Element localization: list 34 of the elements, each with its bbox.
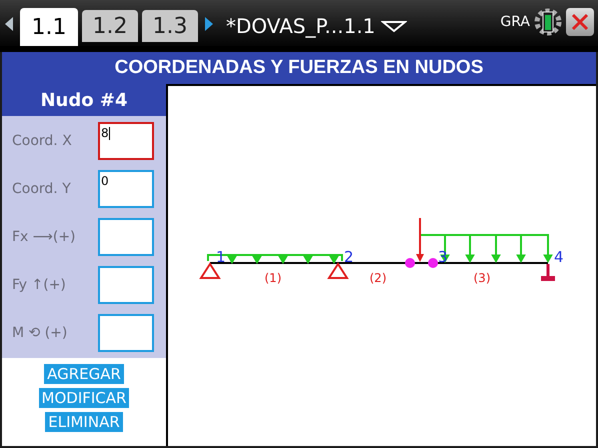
member-label: (3) xyxy=(474,271,490,285)
page-tab[interactable]: 1.2 xyxy=(82,10,138,42)
input-field[interactable] xyxy=(98,314,154,352)
close-icon xyxy=(571,13,589,31)
field-label: Coord. X xyxy=(12,132,72,150)
fixed-support-icon xyxy=(541,264,555,281)
page-tab[interactable]: 1.1 xyxy=(20,8,78,46)
pin-support-icon xyxy=(199,262,221,279)
input-field[interactable] xyxy=(98,266,154,304)
right-arrow-icon[interactable] xyxy=(204,16,214,32)
battery-gear-icon xyxy=(534,8,562,36)
hinge-marker xyxy=(405,258,415,268)
mode-indicator: GRA xyxy=(500,12,530,32)
left-arrow-icon[interactable] xyxy=(4,16,14,32)
input-field[interactable] xyxy=(98,218,154,256)
point-load-arrow xyxy=(416,218,424,262)
field-label: Fx ⟶(+) xyxy=(12,228,76,246)
document-title: *DOVAS_P...1.1 xyxy=(226,16,376,36)
member-label: (1) xyxy=(264,271,282,285)
pin-support-icon xyxy=(327,262,349,279)
close-button[interactable] xyxy=(566,8,594,36)
panel-title: COORDENADAS Y FUERZAS EN NUDOS xyxy=(114,56,484,80)
input-field[interactable]: 8 xyxy=(98,122,154,160)
member-label: (2) xyxy=(370,271,386,285)
page-tab[interactable]: 1.3 xyxy=(142,10,198,42)
field-label: Coord. Y xyxy=(12,180,71,198)
dropdown-icon[interactable] xyxy=(381,19,408,33)
node-label: 2 xyxy=(344,248,354,266)
input-field[interactable]: 0 xyxy=(98,170,154,208)
field-label: Fy ↑(+) xyxy=(12,276,66,294)
node-header: Nudo #4 xyxy=(40,88,128,112)
hinge-marker xyxy=(428,258,438,268)
node-label: 4 xyxy=(554,248,564,266)
field-label: M ⟲ (+) xyxy=(12,324,68,342)
